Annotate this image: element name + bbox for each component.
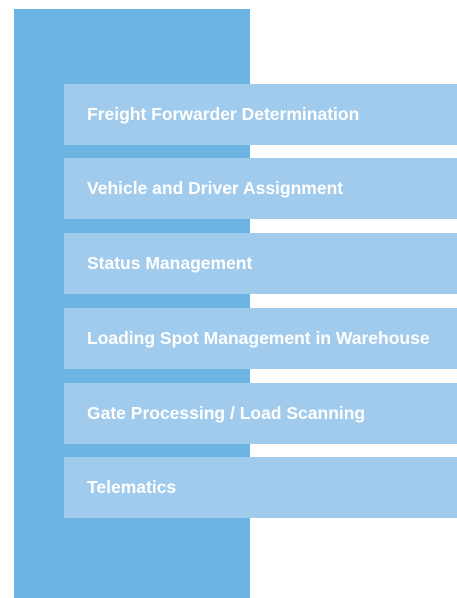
item-telematics: Telematics (64, 457, 457, 518)
item-label: Loading Spot Management in Warehouse (87, 328, 430, 348)
item-freight-forwarder-determination: Freight Forwarder Determination (64, 84, 457, 145)
item-label: Gate Processing / Load Scanning (87, 403, 366, 423)
item-gate-processing: Gate Processing / Load Scanning (64, 383, 457, 444)
item-vehicle-and-driver-assignment: Vehicle and Driver Assignment (64, 158, 457, 219)
item-label: Vehicle and Driver Assignment (87, 178, 344, 198)
item-status-management: Status Management (64, 233, 457, 294)
item-label: Status Management (87, 253, 253, 273)
item-label: Telematics (87, 477, 177, 497)
item-label: Freight Forwarder Determination (87, 104, 360, 124)
item-loading-spot-management: Loading Spot Management in Warehouse (64, 308, 457, 369)
